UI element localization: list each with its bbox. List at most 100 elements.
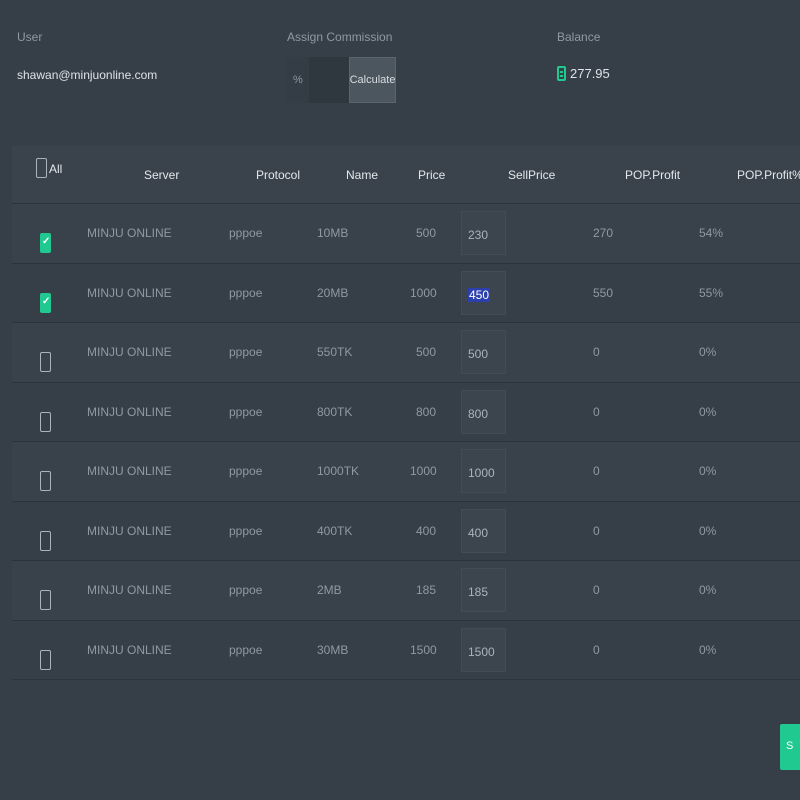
table-row: MINJU ONLINE pppoe 20MB 1000 450 550 55% [12, 263, 800, 323]
protocol-cell: pppoe [229, 464, 263, 478]
col-server: Server [144, 168, 180, 182]
row-checkbox[interactable] [40, 471, 51, 491]
col-price: Price [418, 168, 446, 182]
commission-label: Assign Commission [287, 30, 393, 44]
table-row: MINJU ONLINE pppoe 550TK 500 500 0 0% [12, 323, 800, 383]
sellprice-value: 400 [468, 525, 489, 540]
percent-addon: % [287, 57, 309, 103]
protocol-cell: pppoe [229, 523, 263, 538]
price-cell: 400 [415, 523, 436, 538]
table-header: All Server Protocol Name Price SellPrice… [12, 146, 800, 204]
profit-pct-cell: 0% [699, 642, 717, 657]
profit-pct-cell: 0% [699, 583, 717, 597]
commission-input[interactable] [309, 57, 349, 103]
server-cell: MINJU ONLINE [87, 285, 172, 300]
protocol-cell: pppoe [229, 285, 263, 300]
user-email: shawan@minjuonline.com [17, 68, 158, 82]
table-body: MINJU ONLINEpppoe10MB50023027054%MINJU O… [12, 204, 800, 680]
profit-pct-cell: 54% [699, 226, 724, 240]
price-cell: 500 [415, 345, 436, 359]
price-cell: 1000 [410, 464, 437, 478]
row-checkbox[interactable] [40, 292, 51, 313]
table-row: MINJU ONLINE pppoe 30MB 1500 1500 0 0% [12, 620, 800, 680]
commission-group: % Calculate [287, 57, 396, 103]
save-label: S [786, 740, 794, 752]
profit-cell: 0 [593, 404, 600, 419]
col-name: Name [346, 168, 379, 182]
price-cell: 1500 [410, 642, 437, 657]
price-cell: 185 [415, 583, 436, 597]
row-checkbox[interactable] [40, 411, 51, 432]
sellprice-value: 500 [468, 347, 489, 361]
table-row: MINJU ONLINE pppoe 2MB 185 185 0 0% [12, 561, 800, 621]
balance-value: 277.95 [570, 66, 610, 81]
price-cell: 1000 [410, 285, 437, 300]
sellprice-value: 230 [468, 228, 489, 242]
sellprice-input[interactable]: 500 [461, 330, 506, 374]
server-cell: MINJU ONLINE [87, 226, 172, 240]
col-pop-profit-pct: POP.Profit% [737, 168, 800, 182]
price-cell: 800 [415, 404, 436, 419]
sellprice-input[interactable]: 1500 [461, 627, 506, 672]
protocol-cell: pppoe [229, 642, 263, 657]
name-cell: 20MB [317, 285, 349, 300]
profit-cell: 0 [593, 523, 600, 538]
name-cell: 1000TK [317, 464, 360, 478]
table-row: MINJU ONLINE pppoe 800TK 800 800 0 0% [12, 382, 800, 442]
save-button[interactable]: S [780, 724, 800, 770]
row-checkbox[interactable] [40, 233, 51, 253]
name-cell: 2MB [317, 583, 342, 597]
sellprice-input[interactable]: 450 [461, 270, 506, 315]
name-cell: 550TK [317, 345, 353, 359]
row-checkbox[interactable] [40, 649, 51, 670]
server-cell: MINJU ONLINE [87, 523, 172, 538]
server-cell: MINJU ONLINE [87, 345, 172, 359]
profit-pct-cell: 55% [699, 285, 724, 300]
col-protocol: Protocol [256, 168, 301, 182]
profit-pct-cell: 0% [699, 404, 717, 419]
server-cell: MINJU ONLINE [87, 642, 172, 657]
profit-pct-cell: 0% [699, 464, 717, 478]
sellprice-value: 800 [468, 406, 489, 421]
col-sellprice: SellPrice [508, 168, 556, 182]
sellprice-input[interactable]: 400 [461, 508, 506, 553]
profit-cell: 0 [593, 464, 600, 478]
server-cell: MINJU ONLINE [87, 583, 172, 597]
profit-pct-cell: 0% [699, 345, 717, 359]
row-checkbox[interactable] [40, 590, 51, 610]
name-cell: 10MB [317, 226, 349, 240]
protocol-cell: pppoe [229, 345, 263, 359]
server-cell: MINJU ONLINE [87, 404, 172, 419]
sellprice-value: 450 [468, 287, 491, 302]
protocol-cell: pppoe [229, 583, 263, 597]
profit-pct-cell: 0% [699, 523, 717, 538]
profit-cell: 0 [593, 583, 600, 597]
calculate-button[interactable]: Calculate [349, 57, 396, 103]
package-table: All Server Protocol Name Price SellPrice… [12, 146, 800, 680]
sellprice-input[interactable]: 185 [461, 568, 506, 612]
table-row: MINJU ONLINE pppoe 1000TK 1000 1000 0 0% [12, 442, 800, 502]
protocol-cell: pppoe [229, 404, 263, 419]
server-cell: MINJU ONLINE [87, 464, 172, 478]
name-cell: 800TK [317, 404, 353, 419]
profit-cell: 550 [593, 285, 614, 300]
sellprice-input[interactable]: 230 [461, 211, 506, 255]
sellprice-value: 185 [468, 585, 489, 599]
sellprice-value: 1000 [468, 466, 495, 480]
sellprice-input[interactable]: 1000 [461, 449, 506, 493]
col-pop-profit: POP.Profit [625, 168, 681, 182]
wallet-icon [557, 66, 566, 81]
row-checkbox[interactable] [40, 530, 51, 551]
select-all-checkbox[interactable] [36, 158, 47, 178]
row-checkbox[interactable] [40, 352, 51, 372]
col-all: All [49, 162, 63, 176]
table-row: MINJU ONLINE pppoe 10MB 500 230 270 54% [12, 204, 800, 264]
user-label: User [17, 30, 43, 44]
table-row: MINJU ONLINE pppoe 400TK 400 400 0 0% [12, 501, 800, 561]
sellprice-value: 1500 [468, 644, 495, 659]
balance: 277.95 [557, 66, 610, 81]
profit-cell: 0 [593, 642, 600, 657]
balance-label: Balance [557, 30, 601, 44]
sellprice-input[interactable]: 800 [461, 389, 506, 434]
price-cell: 500 [415, 226, 436, 240]
